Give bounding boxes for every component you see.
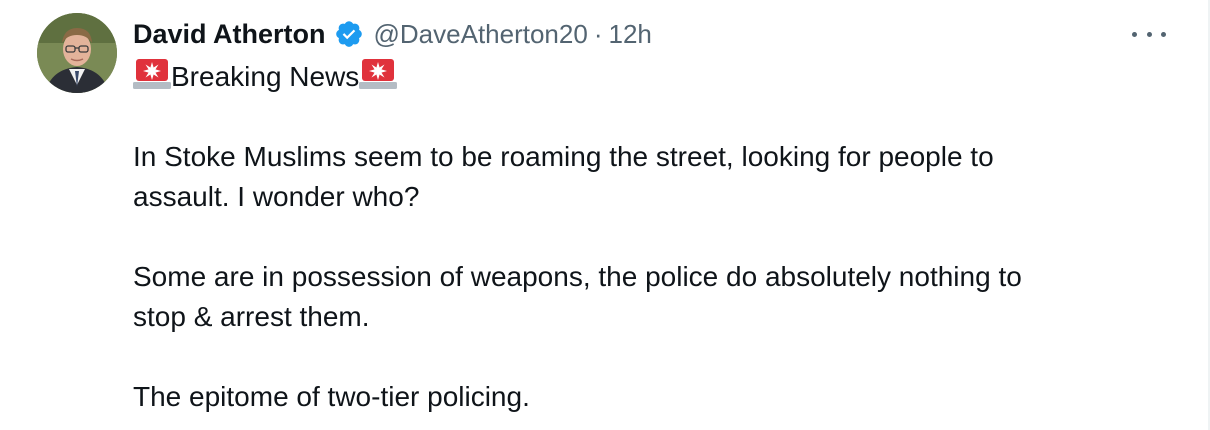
- police-car-light-icon: [359, 59, 398, 89]
- author-handle[interactable]: @DaveAtherton20: [374, 19, 588, 50]
- more-dot: [1146, 31, 1152, 37]
- police-car-light-icon: [133, 59, 171, 89]
- tweet-timestamp[interactable]: 12h: [608, 19, 651, 50]
- verified-badge-icon: [334, 19, 364, 49]
- author-display-name[interactable]: David Atherton: [133, 19, 326, 50]
- avatar[interactable]: [37, 13, 117, 93]
- more-dot: [1132, 31, 1137, 37]
- headline-text: Breaking News: [171, 61, 360, 92]
- body-line: assault. I wonder who?: [133, 181, 420, 212]
- body-line: Some are in possession of weapons, the p…: [133, 261, 1022, 292]
- avatar-image: [37, 13, 117, 93]
- body-line: stop & arrest them.: [133, 301, 370, 332]
- more-dot: [1161, 31, 1166, 37]
- headline-line: Breaking News: [133, 57, 1153, 97]
- body-line: In Stoke Muslims seem to be roaming the …: [133, 141, 994, 172]
- body-line: The epitome of two-tier policing.: [133, 381, 530, 412]
- tweet-header: David Atherton @DaveAtherton20 · 12h: [133, 14, 652, 54]
- separator-dot: ·: [593, 18, 603, 49]
- tweet-text: Breaking News In Stoke Muslims seem to b…: [133, 57, 1153, 417]
- more-options-icon[interactable]: [1132, 22, 1166, 46]
- previous-content-cutoff: ⁀⁀⁀ ⁀⁀: [132, 0, 312, 4]
